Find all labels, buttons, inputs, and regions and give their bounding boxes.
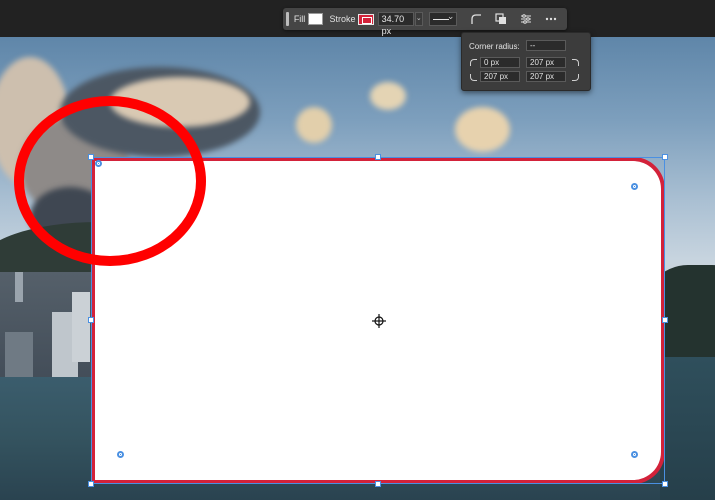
corner-bottom-left-icon bbox=[470, 74, 477, 81]
corner-radius-panel: Corner radius: -- 0 px 207 px 207 px 207… bbox=[461, 32, 591, 91]
crosshair-icon[interactable] bbox=[372, 314, 386, 328]
corner-radius-handle-bottom-left[interactable] bbox=[117, 451, 124, 458]
corner-radius-handle-bottom-right[interactable] bbox=[631, 451, 638, 458]
resize-handle-left[interactable] bbox=[88, 317, 94, 323]
building bbox=[72, 292, 90, 362]
cloud bbox=[370, 82, 406, 110]
shape-properties-toolbar: Fill Stroke 34.70 px ⌄ bbox=[283, 8, 567, 36]
corner-radius-label: Corner radius: bbox=[469, 42, 520, 51]
corner-bottom-right-icon bbox=[572, 74, 579, 81]
resize-handle-bottom[interactable] bbox=[375, 481, 381, 487]
chevron-down-icon[interactable]: ⌄ bbox=[414, 12, 424, 26]
fill-color-swatch[interactable] bbox=[308, 13, 324, 25]
cloud bbox=[296, 107, 332, 143]
ocean bbox=[660, 357, 715, 500]
stroke-color-swatch[interactable] bbox=[358, 13, 374, 25]
corner-radius-handle-top-right[interactable] bbox=[631, 183, 638, 190]
fill-label: Fill bbox=[293, 14, 306, 24]
stroke-label: Stroke bbox=[329, 14, 356, 24]
resize-handle-bottom-left[interactable] bbox=[88, 481, 94, 487]
align-settings-icon[interactable] bbox=[517, 11, 534, 27]
corner-top-right-icon bbox=[572, 59, 579, 66]
stroke-size-input[interactable]: 34.70 px bbox=[377, 12, 414, 36]
resize-handle-top[interactable] bbox=[375, 154, 381, 160]
corner-radius-bottom-left-input[interactable]: 207 px bbox=[480, 71, 520, 82]
corner-radius-bottom-right-input[interactable]: 207 px bbox=[526, 71, 566, 82]
corner-radius-icon[interactable] bbox=[467, 11, 484, 27]
drag-grip-icon[interactable] bbox=[286, 12, 289, 26]
resize-handle-right[interactable] bbox=[662, 317, 668, 323]
cloud bbox=[455, 107, 510, 152]
annotation-circle bbox=[14, 96, 206, 266]
more-icon[interactable] bbox=[542, 11, 559, 27]
building bbox=[15, 272, 23, 302]
stroke-style-dropdown[interactable] bbox=[429, 11, 458, 26]
corner-top-left-icon bbox=[470, 59, 477, 66]
resize-handle-top-right[interactable] bbox=[662, 154, 668, 160]
path-operations-icon[interactable] bbox=[492, 11, 509, 27]
corner-radius-top-left-input[interactable]: 0 px bbox=[480, 57, 520, 68]
resize-handle-bottom-right[interactable] bbox=[662, 481, 668, 487]
corner-radius-top-right-input[interactable]: 207 px bbox=[526, 57, 566, 68]
corner-radius-all-input[interactable]: -- bbox=[526, 40, 566, 51]
